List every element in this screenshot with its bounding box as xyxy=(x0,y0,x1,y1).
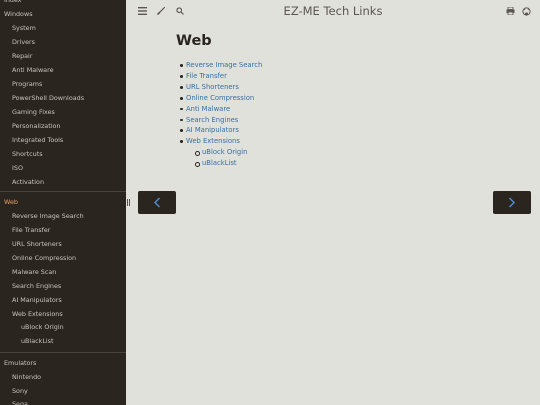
toc-link-search-engines[interactable]: Search Engines xyxy=(179,115,262,126)
sidebar-item-index[interactable]: Index xyxy=(0,0,126,4)
sidebar-resize-handle[interactable] xyxy=(127,199,130,206)
sidebar-item-web[interactable]: Web xyxy=(0,198,126,206)
sidebar-item-emulators[interactable]: Emulators xyxy=(0,359,126,367)
sidebar-item-malware-scan[interactable]: Malware Scan xyxy=(0,268,126,276)
toc-link-ai-manipulators[interactable]: AI Manipulators xyxy=(179,125,262,136)
sidebar-item-shortcuts[interactable]: Shortcuts xyxy=(0,150,126,158)
toc-link-ublock-origin[interactable]: uBlock Origin xyxy=(194,147,262,158)
toc-link-anti-malware[interactable]: Anti Malware xyxy=(179,104,262,115)
sidebar-item-file-transfer[interactable]: File Transfer xyxy=(0,226,126,234)
page-title: Web xyxy=(176,33,212,49)
next-page-button[interactable] xyxy=(493,191,531,214)
sidebar-item-ai-manipulators[interactable]: AI Manipulators xyxy=(0,296,126,304)
sidebar-item-personalization[interactable]: Personalization xyxy=(0,122,126,130)
sidebar-item-ublacklist[interactable]: uBlackList xyxy=(0,337,126,345)
sidebar-item-gaming-fixes[interactable]: Gaming Fixes xyxy=(0,108,126,116)
sidebar-item-activation[interactable]: Activation xyxy=(0,178,126,186)
toc-link-ublacklist[interactable]: uBlackList xyxy=(194,158,262,169)
sidebar-item-powershell-downloads[interactable]: PowerShell Downloads xyxy=(0,94,126,102)
sidebar-divider xyxy=(0,352,126,353)
sidebar: Index Windows System Drivers Repair Anti Malw… xyxy=(0,0,126,405)
sidebar-item-url-shorteners[interactable]: URL Shorteners xyxy=(0,240,126,248)
sidebar-item-search-engines[interactable]: Search Engines xyxy=(0,282,126,290)
sidebar-item-ublock-origin[interactable]: uBlock Origin xyxy=(0,323,126,331)
toc-link-file-transfer[interactable]: File Transfer xyxy=(179,71,262,82)
sidebar-item-repair[interactable]: Repair xyxy=(0,52,126,60)
toc-link-online-compression[interactable]: Online Compression xyxy=(179,93,262,104)
toc-link-web-extensions[interactable]: Web Extensions xyxy=(179,136,262,147)
sidebar-item-sony[interactable]: Sony xyxy=(0,387,126,395)
chevron-left-icon xyxy=(154,197,160,208)
sidebar-item-reverse-image-search[interactable]: Reverse Image Search xyxy=(0,212,126,220)
sidebar-item-windows[interactable]: Windows xyxy=(0,10,126,18)
sidebar-item-integrated-tools[interactable]: Integrated Tools xyxy=(0,136,126,144)
page-header-title: EZ-ME Tech Links xyxy=(283,4,383,18)
sidebar-item-drivers[interactable]: Drivers xyxy=(0,38,126,46)
chevron-right-icon xyxy=(509,197,515,208)
sidebar-item-nintendo[interactable]: Nintendo xyxy=(0,373,126,381)
sidebar-item-web-extensions[interactable]: Web Extensions xyxy=(0,310,126,318)
table-of-contents: Reverse Image Search File Transfer URL Sho… xyxy=(179,60,262,169)
sidebar-item-online-compression[interactable]: Online Compression xyxy=(0,254,126,262)
sidebar-item-sega[interactable]: Sega xyxy=(0,400,126,405)
print-icon[interactable] xyxy=(504,5,516,17)
sidebar-item-anti-malware[interactable]: Anti Malware xyxy=(0,66,126,74)
sidebar-divider xyxy=(0,191,126,192)
toc-link-reverse-image-search[interactable]: Reverse Image Search xyxy=(179,60,262,71)
toc-link-url-shorteners[interactable]: URL Shorteners xyxy=(179,82,262,93)
sidebar-item-programs[interactable]: Programs xyxy=(0,80,126,88)
sidebar-item-iso[interactable]: ISO xyxy=(0,164,126,172)
previous-page-button[interactable] xyxy=(138,191,176,214)
github-icon[interactable] xyxy=(520,5,532,17)
sidebar-item-system[interactable]: System xyxy=(0,24,126,32)
